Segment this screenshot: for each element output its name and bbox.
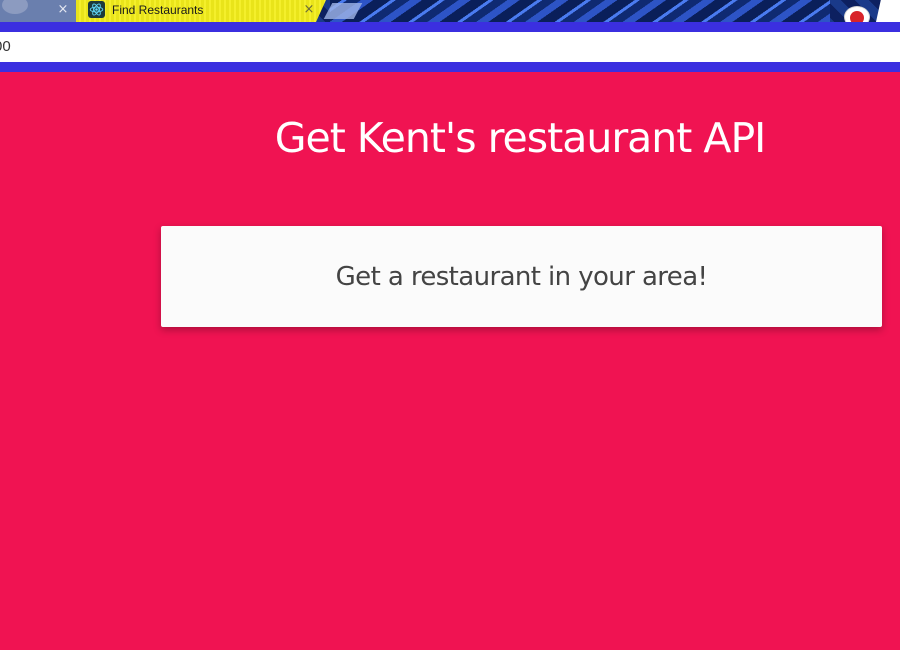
browser-tab-strip: × Find Restaurants × — [0, 0, 900, 22]
address-bar[interactable]: 00 — [0, 32, 900, 62]
react-logo-icon — [88, 1, 105, 18]
tab-title: Find Restaurants — [112, 3, 204, 17]
tab-close-icon[interactable]: × — [302, 2, 316, 18]
get-restaurant-button[interactable]: Get a restaurant in your area! — [161, 226, 882, 327]
get-restaurant-label: Get a restaurant in your area! — [335, 261, 708, 292]
page-title: Get Kent's restaurant API — [274, 114, 767, 162]
tab-strip-background — [330, 0, 830, 22]
tab-find-restaurants[interactable]: Find Restaurants × — [76, 0, 326, 22]
page-body: Get Kent's restaurant API Get a restaura… — [0, 72, 900, 650]
address-bar-url[interactable]: 00 — [0, 38, 11, 56]
tab-close-icon[interactable]: × — [56, 2, 70, 18]
react-logo-icon-svg — [89, 3, 104, 16]
tab-favicon-icon — [2, 0, 28, 14]
tab-strip-edge — [876, 0, 900, 22]
tab-inactive[interactable]: × — [0, 0, 77, 22]
profile-avatar-icon[interactable] — [844, 6, 870, 22]
address-bar-frame: 00 — [0, 22, 900, 72]
